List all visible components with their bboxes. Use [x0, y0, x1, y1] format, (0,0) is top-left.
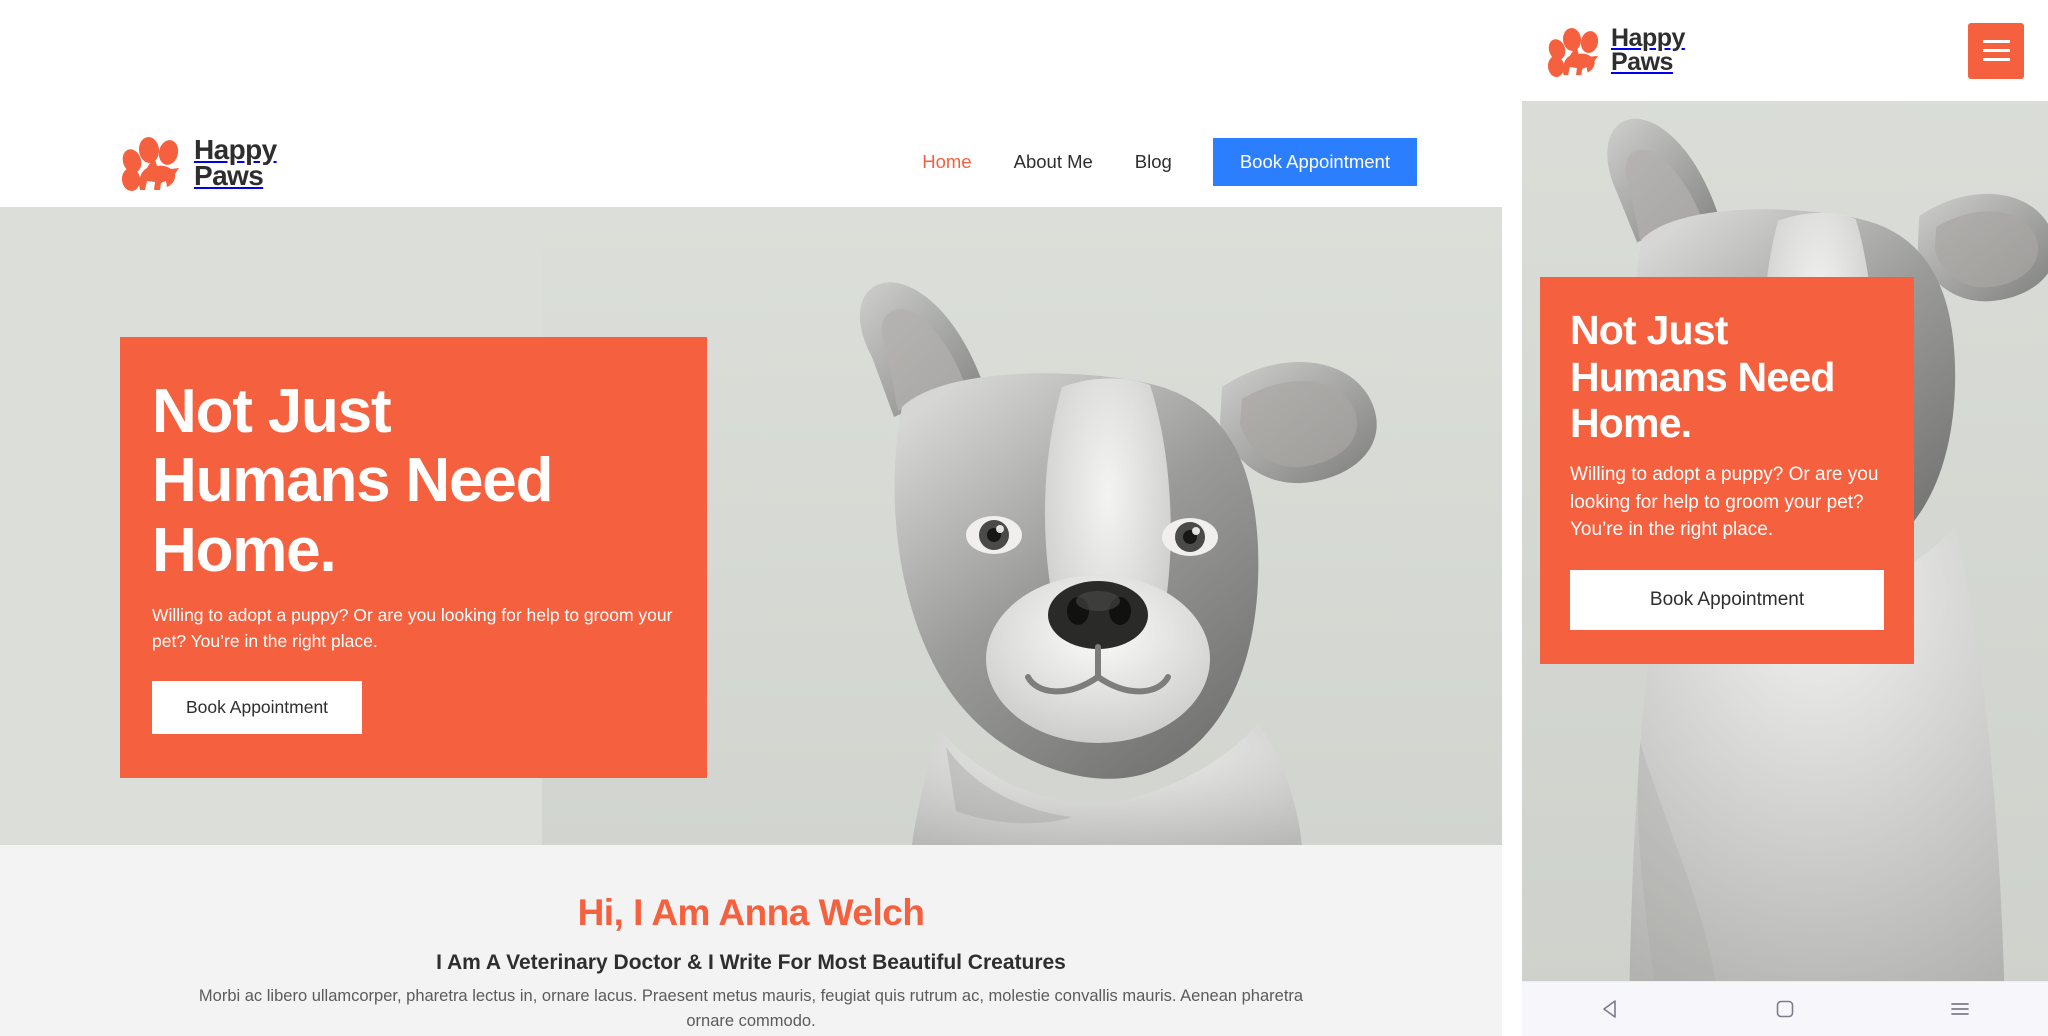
mobile-site-logo[interactable]: Happy Paws — [1546, 26, 1685, 78]
hero-heading-line-2: Humans Need — [152, 446, 553, 516]
mobile-hero-heading-line-3: Home. — [1570, 400, 1692, 447]
paw-logo-icon — [119, 135, 183, 192]
hero-content-card: Not Just Humans Need Home. Willing to ad… — [120, 337, 707, 779]
site-logo[interactable]: Happy Paws — [119, 135, 277, 192]
android-system-navigation-bar — [1522, 981, 2048, 1036]
triangle-back-icon[interactable] — [1575, 989, 1645, 1029]
about-subheading: I Am A Veterinary Doctor & I Write For M… — [436, 951, 1066, 974]
header-book-appointment-button[interactable]: Book Appointment — [1212, 138, 1417, 186]
mobile-hero-section: Not Just Humans Need Home. Willing to ad… — [1522, 101, 2048, 981]
nav-link-blog[interactable]: Blog — [1114, 151, 1193, 173]
mobile-hero-book-appointment-button[interactable]: Book Appointment — [1570, 569, 1884, 630]
nav-link-about-me[interactable]: About Me — [993, 151, 1114, 173]
main-navigation: Home About Me Blog Book Appointment — [901, 138, 1502, 186]
hamburger-icon[interactable] — [1968, 22, 2024, 79]
site-header: Happy Paws Home About Me Blog Book Appoi… — [0, 0, 1502, 207]
mobile-device-preview: Happy Paws Not Just Humans Need Home. Wi… — [1522, 0, 2048, 1036]
hero-heading-line-1: Not Just — [152, 377, 392, 446]
mobile-hero-paragraph: Willing to adopt a puppy? Or are you loo… — [1570, 464, 1879, 541]
logo-wordmark: Happy Paws — [194, 135, 277, 191]
hero-book-appointment-button[interactable]: Book Appointment — [152, 681, 363, 735]
mobile-hero-heading-line-1: Not Just — [1570, 307, 1728, 353]
hamburger-recents-icon[interactable] — [1925, 989, 1995, 1029]
hero-heading: Not Just Humans Need Home. — [152, 377, 675, 585]
logo-word-line2: Paws — [194, 160, 264, 191]
dog-silhouette-icon — [1563, 47, 1599, 75]
hero-section: Not Just Humans Need Home. Willing to ad… — [0, 207, 1502, 845]
dog-silhouette-icon — [139, 159, 179, 190]
hero-heading-line-3: Home. — [152, 515, 337, 585]
mobile-hero-heading-line-2: Humans Need — [1570, 353, 1835, 400]
mobile-logo-wordmark: Happy Paws — [1611, 26, 1685, 76]
mobile-hero-heading: Not Just Humans Need Home. — [1570, 307, 1884, 447]
square-home-icon[interactable] — [1750, 989, 1820, 1029]
hero-paragraph: Willing to adopt a puppy? Or are you loo… — [152, 605, 673, 652]
mobile-hero-content-card: Not Just Humans Need Home. Willing to ad… — [1540, 277, 1914, 664]
mobile-logo-word-line2: Paws — [1611, 47, 1673, 76]
nav-link-home[interactable]: Home — [901, 151, 992, 173]
mobile-site-header: Happy Paws — [1522, 0, 2048, 101]
about-section: Hi, I Am Anna Welch I Am A Veterinary Do… — [0, 845, 1502, 1036]
desktop-viewport: Happy Paws Home About Me Blog Book Appoi… — [0, 0, 1502, 1036]
about-heading: Hi, I Am Anna Welch — [577, 892, 925, 933]
paw-logo-icon — [1546, 26, 1602, 78]
about-paragraph: Morbi ac libero ullamcorper, pharetra le… — [198, 987, 1304, 1030]
